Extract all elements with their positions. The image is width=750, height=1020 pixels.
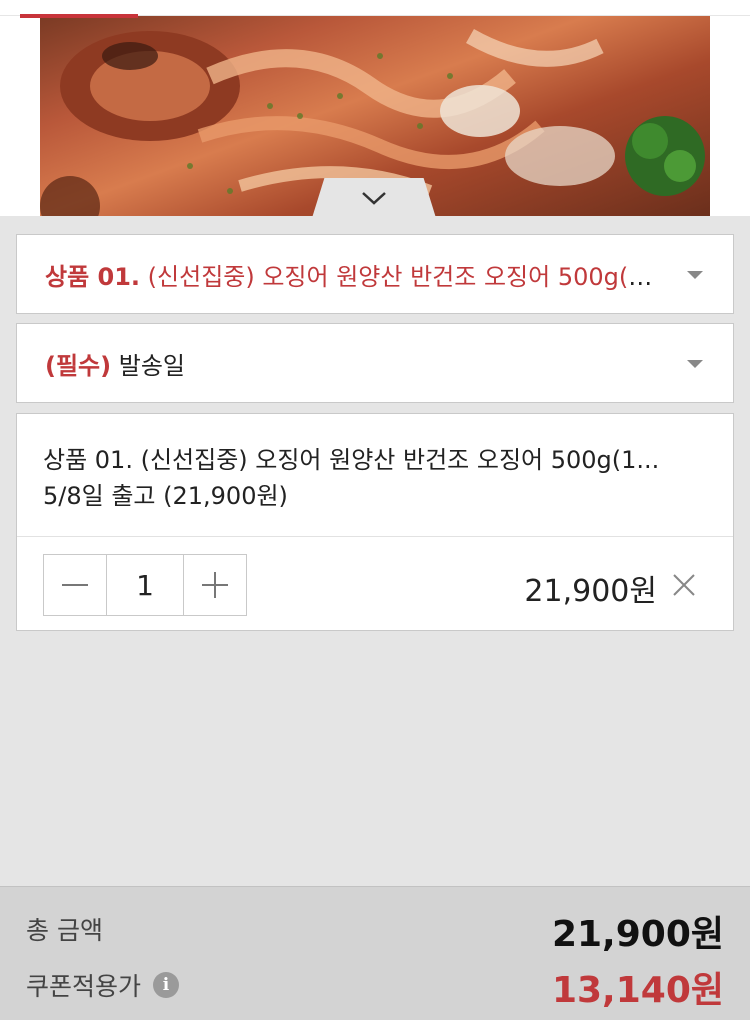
product-option-select[interactable]: 상품 01. (신선집중) 오징어 원양산 반건조 오징어 500g(1... [16,234,734,314]
caret-down-icon [687,360,703,368]
item-price: 21,900원 [524,574,657,609]
remove-item-button[interactable] [671,572,697,598]
selected-item-title: 상품 01. (신선집중) 오징어 원양산 반건조 오징어 500g(1... [43,446,660,474]
selected-item-detail: 5/8일 출고 (21,900원) [43,482,288,510]
product-option-text: (신선집중) 오징어 원양산 반건조 오징어 500g(1... [147,262,655,291]
decrease-button[interactable] [44,555,106,615]
ship-date-select[interactable]: (필수) 발송일 [16,323,734,403]
minus-icon [62,584,88,586]
quantity-stepper: 1 [43,554,247,616]
selected-item-card: 상품 01. (신선집중) 오징어 원양산 반건조 오징어 500g(1... … [16,413,734,631]
selected-item-text: 상품 01. (신선집중) 오징어 원양산 반건조 오징어 500g(1... … [43,442,713,514]
ship-date-text: 발송일 [118,351,185,380]
chevron-down-icon [362,192,386,205]
info-icon[interactable]: i [153,972,180,998]
increase-button[interactable] [184,555,246,615]
coupon-label-row: 쿠폰적용가 i [26,967,180,1003]
product-option-label: 상품 01. (신선집중) 오징어 원양산 반건조 오징어 500g(1... [45,257,655,292]
price-summary-bar: 총 금액 21,900원 쿠폰적용가 i 13,140원 [0,886,750,1020]
ship-date-label: (필수) 발송일 [45,346,185,381]
collapse-toggle-button[interactable] [312,178,436,218]
total-label: 총 금액 [26,916,103,945]
quantity-value[interactable]: 1 [106,555,184,615]
required-tag: (필수) [45,351,112,380]
active-indicator [20,14,138,18]
coupon-value: 13,140원 [551,970,724,1011]
product-image-area [0,0,750,218]
coupon-label: 쿠폰적용가 [26,972,142,1001]
total-value: 21,900원 [551,914,724,955]
plus-icon [202,572,228,598]
close-icon [673,574,695,596]
item-divider [17,536,733,537]
product-option-prefix: 상품 01. [45,262,141,291]
caret-down-icon [687,271,703,279]
